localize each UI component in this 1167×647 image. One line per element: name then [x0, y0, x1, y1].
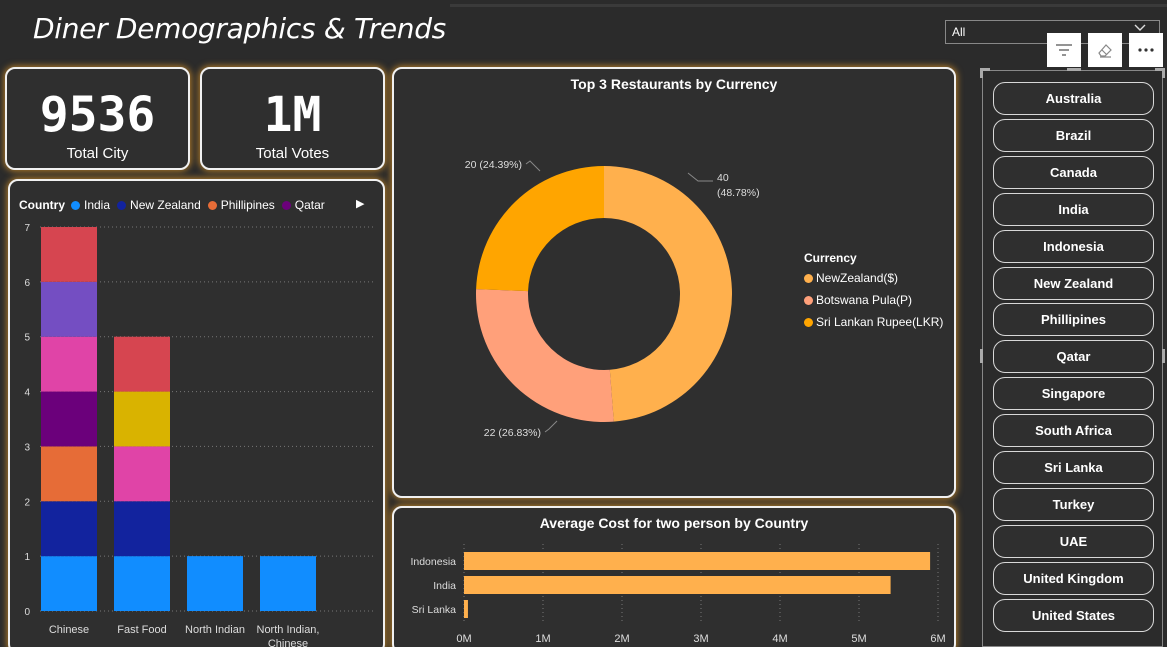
y-tick-label: 0	[24, 607, 30, 618]
legend-label: Sri Lankan Rupee(LKR)	[816, 315, 944, 329]
legend-item[interactable]: Sri Lankan Rupee(LKR)	[804, 315, 943, 329]
slicer-item-button[interactable]: Turkey	[993, 487, 1154, 521]
bar-segment[interactable]	[114, 336, 170, 392]
x-tick-label: 6M	[930, 633, 945, 645]
kpi-label: Total Votes	[255, 145, 330, 162]
legend-label: Botswana Pula(P)	[816, 293, 913, 307]
leader-line	[544, 420, 558, 433]
slicer-item-button[interactable]: South Africa	[993, 414, 1154, 448]
x-tick-label: 5M	[851, 633, 866, 645]
bar[interactable]	[464, 600, 468, 618]
legend-title: Currency	[804, 251, 857, 265]
slicer-item-button[interactable]: United Kingdom	[993, 561, 1154, 595]
y-tick-label: 3	[24, 442, 30, 453]
bar[interactable]	[464, 576, 891, 594]
x-tick-label: 1M	[535, 633, 550, 645]
resize-handle[interactable]	[980, 349, 983, 363]
y-tick-label: 6	[24, 278, 30, 289]
stacked-column-chart-panel: Country India New Zealand Phillipines Qa…	[8, 179, 385, 647]
resize-handle[interactable]	[1067, 68, 1081, 71]
y-tick-label: 5	[24, 333, 30, 344]
more-options-icon[interactable]	[1129, 33, 1163, 67]
donut-legend: Currency NewZealand($) Botswana Pula(P) …	[804, 251, 943, 329]
country-slicer: Australia Brazil Canada India Indonesia New Z…	[980, 68, 1165, 647]
y-tick-label: 1	[24, 552, 30, 563]
donut-slice[interactable]	[476, 289, 614, 422]
slicer-item-button[interactable]: Brazil	[993, 118, 1154, 152]
data-label: 22 (26.83%)	[484, 427, 541, 439]
slicer-item-button[interactable]: Phillipines	[993, 303, 1154, 337]
slicer-item-button[interactable]: Australia	[993, 82, 1154, 115]
top-divider	[450, 4, 1167, 7]
x-tick-label: 2M	[614, 633, 629, 645]
x-tick-label: Chinese	[268, 638, 308, 647]
legend-label: NewZealand($)	[816, 271, 899, 285]
slicer-item-button[interactable]: Indonesia	[993, 229, 1154, 263]
x-tick-label: Chinese	[49, 624, 89, 636]
y-tick-label: 2	[24, 497, 30, 508]
y-tick-label: 7	[24, 223, 30, 234]
y-tick-label: India	[433, 580, 456, 592]
kpi-value: 9536	[39, 87, 156, 143]
slicer-item-button[interactable]: Canada	[993, 155, 1154, 189]
bar-segment[interactable]	[41, 501, 97, 557]
slicer-item-button[interactable]: Qatar	[993, 340, 1154, 374]
resize-handle[interactable]	[1155, 68, 1165, 78]
donut-chart-panel: Top 3 Restaurants by Currency 40 (48.78%)…	[392, 67, 956, 498]
bar-segment[interactable]	[41, 446, 97, 502]
bar-segment[interactable]	[41, 556, 97, 611]
slicer-item-button[interactable]: United States	[993, 598, 1154, 632]
resize-handle[interactable]	[1162, 349, 1165, 363]
resize-handle[interactable]	[980, 68, 990, 78]
donut-slice[interactable]	[476, 166, 604, 292]
kpi-label: Total City	[66, 145, 129, 162]
slicer-item-button[interactable]: New Zealand	[993, 266, 1154, 300]
avg-cost-bar-chart: 0M 1M 2M 3M 4M 5M 6M Indonesia India Sri Lanka	[410, 544, 946, 645]
x-tick-label: Fast Food	[117, 624, 167, 636]
bar-segment[interactable]	[41, 281, 97, 337]
y-tick-label: Sri Lanka	[412, 604, 457, 616]
y-tick-label: 4	[24, 388, 30, 399]
legend-dot-icon	[804, 273, 813, 283]
slicer-item-button[interactable]: Singapore	[993, 377, 1154, 411]
slicer-item-button[interactable]: Sri Lanka	[993, 451, 1154, 484]
bar-segment[interactable]	[114, 446, 170, 502]
bar-segment[interactable]	[41, 227, 97, 282]
kpi-card-total-votes: 1M Total Votes	[200, 67, 385, 170]
eraser-icon[interactable]	[1088, 33, 1122, 67]
x-tick-label: North Indian	[185, 624, 245, 636]
x-tick-label: North Indian,	[257, 624, 320, 636]
leader-line	[525, 160, 541, 172]
bar-segment[interactable]	[114, 556, 170, 611]
donut-slice[interactable]	[604, 166, 732, 422]
legend-dot-icon	[804, 295, 813, 305]
bar-segment[interactable]	[114, 501, 170, 557]
x-tick-label: 4M	[772, 633, 787, 645]
bar-segment[interactable]	[187, 556, 243, 611]
bar-segment[interactable]	[41, 391, 97, 447]
avg-cost-chart-panel: Average Cost for two person by Country 0…	[392, 506, 956, 647]
page-title: Diner Demographics & Trends	[33, 12, 446, 45]
x-tick-label: 3M	[693, 633, 708, 645]
bar-segment[interactable]	[41, 336, 97, 392]
bar-segment[interactable]	[114, 391, 170, 447]
data-label: 20 (24.39%)	[465, 159, 522, 171]
bar-segment[interactable]	[260, 556, 316, 611]
kpi-value: 1M	[263, 87, 322, 143]
data-label: (48.78%)	[717, 187, 760, 199]
kpi-card-total-city: 9536 Total City	[5, 67, 190, 170]
legend-item[interactable]: NewZealand($)	[804, 271, 943, 285]
stacked-column-chart: 0 1 2 3 4 5 6 7 Chinese Fast Food North Indian Nort…	[24, 223, 375, 647]
bar[interactable]	[464, 552, 931, 570]
x-tick-label: 0M	[456, 633, 471, 645]
legend-dot-icon	[804, 317, 813, 327]
leader-line	[687, 172, 713, 182]
data-label: 40	[717, 172, 729, 184]
slicer-item-button[interactable]: UAE	[993, 524, 1154, 558]
y-tick-label: Indonesia	[410, 556, 456, 568]
filter-icon[interactable]	[1047, 33, 1081, 67]
legend-item[interactable]: Botswana Pula(P)	[804, 293, 943, 307]
slicer-item-button[interactable]: India	[993, 192, 1154, 226]
